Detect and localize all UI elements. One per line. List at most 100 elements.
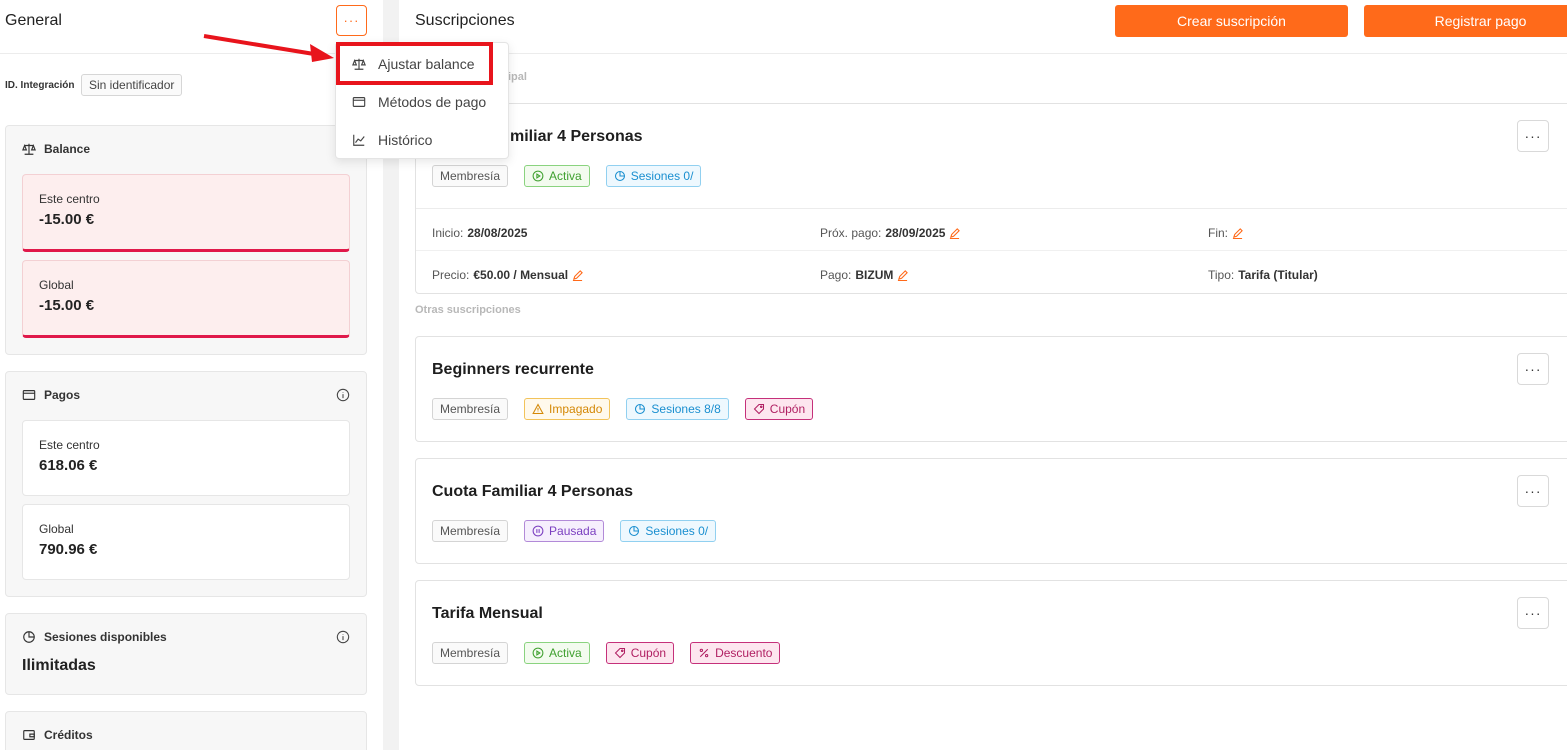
balance-center-value: -15.00 € — [39, 211, 95, 228]
register-payment-button[interactable]: Registrar pago — [1364, 5, 1567, 37]
payments-global-label: Global — [39, 522, 74, 536]
tag-discount: Descuento — [690, 642, 781, 664]
subscription-card: Beginners recurrente ··· Membresía Impag… — [415, 336, 1567, 442]
tag-sessions: Sesiones 8/8 — [626, 398, 729, 420]
payments-center-value: 618.06 € — [39, 457, 98, 474]
general-title: General — [5, 12, 62, 29]
tag-membership: Membresía — [432, 520, 509, 542]
card-icon — [22, 390, 36, 400]
tag-coupon: Cupón — [605, 642, 675, 664]
subscription-tags: Membresía Activa Cupón Descuento — [432, 642, 781, 664]
card-icon — [352, 97, 366, 107]
payments-header: Pagos — [22, 388, 80, 402]
main-subscription-card: miliar 4 Personas ··· Membresía Activa S… — [415, 103, 1567, 294]
sessions-header: Sesiones disponibles — [22, 630, 167, 644]
wallet-icon — [23, 730, 35, 740]
start-date: Inicio: 28/08/2025 — [432, 226, 528, 240]
next-payment: Próx. pago: 28/09/2025 — [820, 226, 961, 240]
integration-label: ID. Integración — [5, 80, 75, 91]
pie-chart-icon — [629, 525, 640, 537]
subscription-title: Tarifa Mensual — [432, 605, 543, 622]
balance-card: Balance Este centro -15.00 € Global -15.… — [5, 125, 367, 355]
balance-center-label: Este centro — [39, 192, 100, 206]
subscription-options-button[interactable]: ··· — [1517, 475, 1549, 507]
scale-icon — [22, 143, 36, 155]
tag-status: Activa — [524, 642, 590, 664]
chart-icon — [353, 134, 365, 146]
subscription-details: Inicio: 28/08/2025 Próx. pago: 28/09/2025 … — [416, 208, 1567, 293]
credits-card: Créditos — [5, 711, 367, 750]
tag-coupon: Cupón — [744, 398, 814, 420]
subscription-title: miliar 4 Personas — [510, 128, 643, 145]
subscription-tags: Membresía Pausada Sesiones 0/ — [432, 520, 717, 542]
details-row: Precio: €50.00 / Mensual Pago: BIZUM Tipo:… — [416, 251, 1567, 293]
annotation-arrow — [203, 34, 334, 62]
edit-icon[interactable] — [1232, 227, 1243, 239]
credits-header: Créditos — [22, 728, 93, 742]
pie-chart-icon — [614, 170, 625, 182]
sessions-value: Ilimitadas — [22, 657, 96, 674]
pie-chart-icon — [23, 631, 35, 643]
balance-global-label: Global — [39, 278, 74, 292]
payments-card: Pagos Este centro 618.06 € Global 790.96… — [5, 371, 367, 597]
main-section-label: ipal — [508, 71, 527, 83]
edit-icon[interactable] — [897, 269, 909, 281]
integration-value: Sin identificador — [81, 74, 183, 96]
play-circle-icon — [532, 647, 544, 659]
balance-global-card: Global -15.00 € — [22, 260, 350, 338]
app-root: General ··· ID. Integración Sin identifi… — [0, 0, 1567, 750]
payments-title: Pagos — [44, 388, 81, 402]
subscription-options-button[interactable]: ··· — [1517, 353, 1549, 385]
tag-status: Activa — [524, 165, 590, 187]
highlight-box — [336, 42, 493, 85]
info-icon[interactable] — [336, 630, 350, 644]
more-options-button[interactable]: ··· — [336, 5, 367, 36]
subscriptions-title: Suscripciones — [415, 12, 515, 29]
payments-global-value: 790.96 € — [39, 541, 98, 558]
tag-sessions: Sesiones 0/ — [605, 165, 702, 187]
sessions-title: Sesiones disponibles — [44, 630, 167, 644]
edit-icon[interactable] — [572, 269, 583, 281]
menu-item-payment-methods[interactable]: Métodos de pago — [336, 84, 510, 120]
subscription-options-button[interactable]: ··· — [1517, 597, 1549, 629]
balance-global-value: -15.00 € — [39, 297, 95, 314]
tag-icon — [753, 403, 764, 415]
info-icon[interactable] — [336, 388, 350, 402]
subscription-tags: Membresía Impagado Sesiones 8/8 Cupón — [432, 398, 814, 420]
tag-membership: Membresía — [432, 642, 509, 664]
subscription-options-button[interactable]: ··· — [1517, 120, 1549, 152]
sessions-card: Sesiones disponibles Ilimitadas — [5, 613, 367, 695]
warning-icon — [532, 403, 544, 415]
subscription-title: Beginners recurrente — [432, 361, 594, 378]
end-date: Fin: — [1208, 226, 1243, 240]
other-section-label: Otras suscripciones — [415, 304, 521, 316]
create-subscription-button[interactable]: Crear suscripción — [1115, 5, 1348, 37]
payments-center-label: Este centro — [39, 438, 100, 452]
subscription-card: Tarifa Mensual ··· Membresía Activa Cupó… — [415, 580, 1567, 686]
payments-global-card: Global 790.96 € — [22, 504, 350, 580]
price: Precio: €50.00 / Mensual — [432, 268, 583, 282]
subscriptions-header: Suscripciones Crear suscripción Registra… — [399, 0, 1567, 54]
subscription-title: Cuota Familiar 4 Personas — [432, 483, 633, 500]
payment-method: Pago: BIZUM — [820, 268, 909, 282]
balance-header: Balance — [22, 142, 90, 156]
subscription-type: Tipo: Tarifa (Titular) — [1208, 268, 1318, 282]
balance-center-card: Este centro -15.00 € — [22, 174, 350, 252]
general-panel: General ··· ID. Integración Sin identifi… — [0, 0, 383, 750]
subscriptions-panel: Suscripciones Crear suscripción Registra… — [399, 0, 1567, 750]
credits-title: Créditos — [44, 728, 93, 742]
balance-title: Balance — [44, 142, 91, 156]
pie-chart-icon — [635, 403, 646, 415]
tag-status: Impagado — [524, 398, 611, 420]
tag-icon — [614, 647, 625, 659]
subscription-card: Cuota Familiar 4 Personas ··· Membresía … — [415, 458, 1567, 564]
details-row: Inicio: 28/08/2025 Próx. pago: 28/09/2025 … — [416, 209, 1567, 251]
edit-icon[interactable] — [949, 227, 961, 239]
tag-membership: Membresía — [432, 165, 509, 187]
menu-item-history[interactable]: Histórico — [336, 122, 510, 158]
tag-status: Pausada — [524, 520, 605, 542]
tag-membership: Membresía — [432, 398, 509, 420]
percent-icon — [699, 648, 709, 658]
subscription-tags: Membresía Activa Sesiones 0/ — [432, 165, 702, 187]
pause-circle-icon — [532, 525, 544, 537]
